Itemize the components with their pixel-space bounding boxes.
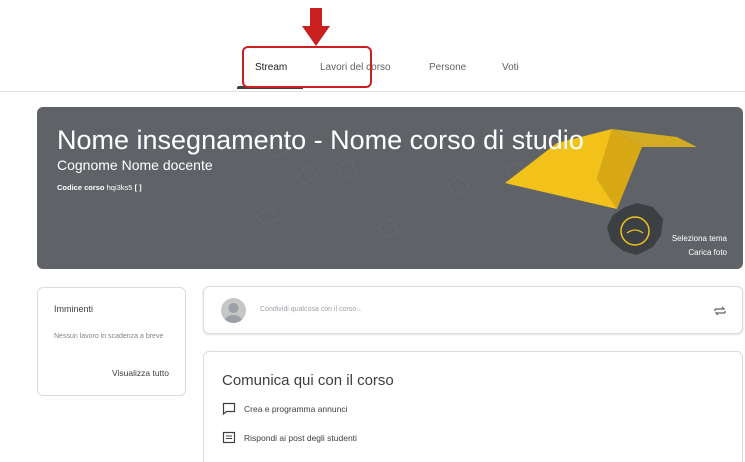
- share-placeholder[interactable]: Condividi qualcosa con il corso...: [260, 306, 362, 313]
- repost-icon[interactable]: [712, 303, 728, 319]
- course-code: Codice corso hqi3ks5 [ ]: [57, 183, 142, 192]
- communicate-item-label: Crea e programma annunci: [244, 403, 348, 414]
- communicate-card: Comunica qui con il corso Crea e program…: [203, 351, 743, 462]
- upcoming-card: Imminenti Nessun lavoro in scadenza a br…: [37, 287, 186, 396]
- communicate-title: Comunica qui con il corso: [222, 372, 394, 389]
- view-all-link[interactable]: Visualizza tutto: [112, 368, 169, 378]
- course-banner: Nome insegnamento - Nome corso di studio…: [37, 107, 743, 269]
- course-code-value[interactable]: hqi3ks5: [107, 183, 133, 192]
- fullscreen-icon[interactable]: [ ]: [135, 183, 142, 192]
- teacher-name: Cognome Nome docente: [57, 157, 213, 173]
- annotation-highlight-box: [242, 46, 372, 88]
- annotation-arrow-icon: [302, 8, 330, 46]
- reply-icon: [222, 431, 236, 444]
- upload-photo-link[interactable]: Carica foto: [688, 248, 727, 257]
- course-code-label: Codice corso: [57, 183, 105, 192]
- communicate-item-announce: Crea e programma annunci: [222, 402, 347, 415]
- avatar: [221, 298, 246, 323]
- share-box[interactable]: Condividi qualcosa con il corso...: [203, 286, 743, 334]
- tab-grades[interactable]: Voti: [502, 62, 519, 73]
- upcoming-title: Imminenti: [54, 304, 94, 314]
- course-title: Nome insegnamento - Nome corso di studio: [57, 125, 584, 155]
- course-tabs: Stream Lavori del corso Persone Voti: [0, 52, 745, 92]
- tab-people[interactable]: Persone: [429, 62, 466, 73]
- communicate-item-label: Rispondi ai post degli studenti: [244, 432, 357, 443]
- announcement-icon: [222, 402, 236, 415]
- upcoming-text: Nessun lavoro in scadenza a breve: [54, 333, 164, 340]
- user-avatar-icon: [224, 303, 243, 323]
- communicate-item-reply: Rispondi ai post degli studenti: [222, 431, 357, 444]
- select-theme-link[interactable]: Seleziona tema: [672, 234, 727, 243]
